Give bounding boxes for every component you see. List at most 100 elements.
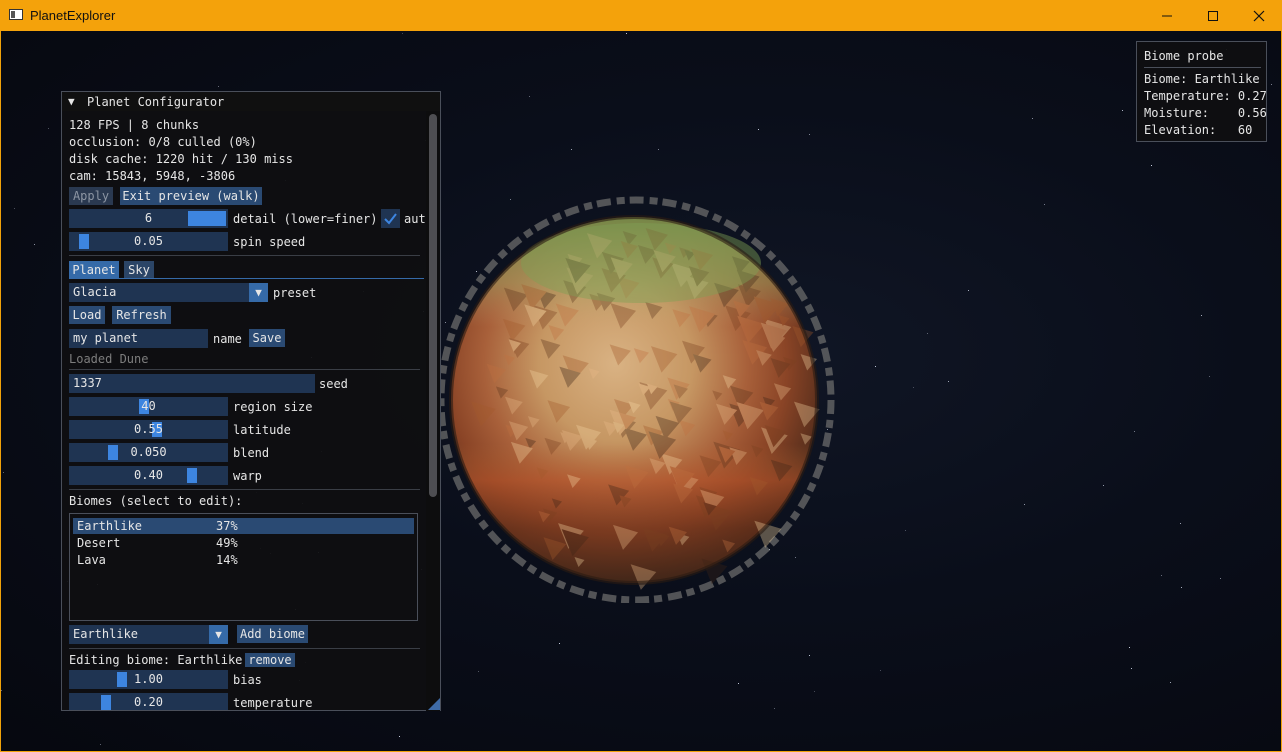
separator bbox=[69, 489, 420, 490]
bias-value: 1.00 bbox=[134, 672, 163, 686]
star bbox=[1151, 165, 1152, 166]
star bbox=[218, 86, 219, 87]
temperature-slider[interactable]: 0.20 bbox=[69, 693, 228, 710]
separator bbox=[69, 648, 420, 649]
close-icon bbox=[1253, 10, 1265, 21]
probe-biome: Biome: Earthlike bbox=[1144, 72, 1260, 86]
star bbox=[1044, 204, 1045, 205]
latitude-label: latitude bbox=[233, 423, 291, 437]
auto-checkbox[interactable] bbox=[381, 209, 400, 228]
biome-name: Lava bbox=[77, 553, 106, 567]
temperature-label: temperature bbox=[233, 696, 313, 710]
configurator-title: Planet Configurator bbox=[87, 95, 225, 109]
load-button[interactable]: Load bbox=[69, 306, 105, 324]
preset-combo[interactable]: Glacia ▼ bbox=[69, 283, 268, 302]
blend-slider[interactable]: 0.050 bbox=[69, 443, 228, 462]
star bbox=[905, 530, 906, 531]
maximize-button[interactable] bbox=[1190, 0, 1236, 31]
biome-percent: 37% bbox=[216, 519, 238, 533]
checkmark-icon bbox=[384, 213, 397, 225]
probe-elevation: Elevation: 60 bbox=[1144, 123, 1253, 137]
star bbox=[1161, 575, 1162, 576]
region-size-slider[interactable]: 40 bbox=[69, 397, 228, 416]
latitude-slider[interactable]: 0.55 bbox=[69, 420, 228, 439]
biome-name: Desert bbox=[77, 536, 121, 550]
warp-value: 0.40 bbox=[134, 468, 163, 482]
chevron-down-icon[interactable]: ▼ bbox=[209, 625, 228, 644]
loaded-status: Loaded Dune bbox=[69, 352, 149, 366]
separator bbox=[69, 255, 420, 256]
star bbox=[880, 670, 881, 671]
bias-label: bias bbox=[233, 673, 262, 687]
separator bbox=[69, 369, 420, 370]
star bbox=[1180, 523, 1181, 524]
detail-slider[interactable]: 6 bbox=[69, 209, 228, 228]
close-button[interactable] bbox=[1236, 0, 1282, 31]
collapse-triangle-icon[interactable]: ▼ bbox=[68, 95, 75, 108]
biome-combo[interactable]: Earthlike ▼ bbox=[69, 625, 228, 644]
probe-temperature: Temperature: 0.27 bbox=[1144, 89, 1267, 103]
separator bbox=[1144, 67, 1261, 68]
spin-speed-slider[interactable]: 0.05 bbox=[69, 232, 228, 251]
star bbox=[1220, 578, 1221, 579]
minimize-button[interactable] bbox=[1144, 0, 1190, 31]
scrollbar-thumb[interactable] bbox=[429, 114, 437, 497]
title-bar[interactable]: PlanetExplorer bbox=[0, 0, 1282, 31]
blend-value: 0.050 bbox=[130, 445, 167, 459]
biome-row-lava[interactable]: Lava 14% bbox=[73, 552, 414, 568]
chevron-down-icon[interactable]: ▼ bbox=[249, 283, 268, 302]
star bbox=[626, 33, 627, 34]
biomes-listbox[interactable]: Earthlike 37% Desert 49% Lava 14% bbox=[69, 513, 418, 621]
occlusion-stat: occlusion: 0/8 culled (0%) bbox=[69, 135, 257, 149]
temperature-value: 0.20 bbox=[134, 695, 163, 709]
bias-slider[interactable]: 1.00 bbox=[69, 670, 228, 689]
star bbox=[1170, 682, 1171, 683]
planet-configurator-window[interactable]: ▼ Planet Configurator 128 FPS | 8 chunks… bbox=[61, 91, 441, 711]
spin-speed-label: spin speed bbox=[233, 235, 306, 249]
star bbox=[14, 208, 15, 209]
probe-moisture: Moisture: 0.56 bbox=[1144, 106, 1267, 120]
resize-grip-icon[interactable] bbox=[428, 698, 440, 710]
star bbox=[774, 708, 775, 709]
name-input[interactable]: my planet bbox=[69, 329, 208, 348]
star bbox=[758, 129, 759, 130]
star bbox=[559, 643, 560, 644]
biomes-header: Biomes (select to edit): bbox=[69, 494, 243, 508]
name-label: name bbox=[213, 332, 242, 346]
editing-biome-label: Editing biome: Earthlike bbox=[69, 653, 243, 667]
star bbox=[478, 671, 479, 672]
preset-value: Glacia bbox=[73, 285, 117, 299]
seed-input[interactable]: 1337 bbox=[69, 374, 315, 393]
add-biome-button[interactable]: Add biome bbox=[237, 625, 308, 643]
warp-slider[interactable]: 0.40 bbox=[69, 466, 228, 485]
remove-biome-button[interactable]: remove bbox=[245, 653, 295, 667]
save-button[interactable]: Save bbox=[249, 329, 285, 347]
configurator-scrollbar[interactable] bbox=[426, 111, 440, 711]
biome-probe-window: Biome probe Biome: Earthlike Temperature… bbox=[1136, 41, 1267, 142]
spin-speed-value: 0.05 bbox=[134, 234, 163, 248]
detail-value: 6 bbox=[144, 211, 153, 225]
region-size-value: 40 bbox=[141, 399, 156, 413]
star bbox=[1271, 84, 1272, 85]
star bbox=[48, 128, 49, 129]
star bbox=[927, 333, 928, 334]
warp-label: warp bbox=[233, 469, 262, 483]
apply-button[interactable]: Apply bbox=[69, 187, 113, 205]
tab-sky[interactable]: Sky bbox=[124, 261, 154, 279]
biome-row-earthlike[interactable]: Earthlike 37% bbox=[73, 518, 414, 534]
app-icon bbox=[9, 9, 23, 20]
star bbox=[1201, 315, 1202, 316]
planet-render[interactable] bbox=[441, 193, 841, 603]
biome-row-desert[interactable]: Desert 49% bbox=[73, 535, 414, 551]
exit-preview-button[interactable]: Exit preview (walk) bbox=[120, 187, 262, 205]
star bbox=[1131, 668, 1132, 669]
refresh-button[interactable]: Refresh bbox=[112, 306, 171, 324]
tab-planet[interactable]: Planet bbox=[69, 261, 119, 279]
seed-label: seed bbox=[319, 377, 348, 391]
window-title: PlanetExplorer bbox=[30, 8, 116, 23]
star bbox=[1, 690, 2, 691]
star bbox=[738, 683, 739, 684]
star bbox=[1122, 110, 1123, 111]
configurator-title-bar[interactable]: ▼ Planet Configurator bbox=[62, 92, 440, 111]
star bbox=[100, 744, 101, 745]
